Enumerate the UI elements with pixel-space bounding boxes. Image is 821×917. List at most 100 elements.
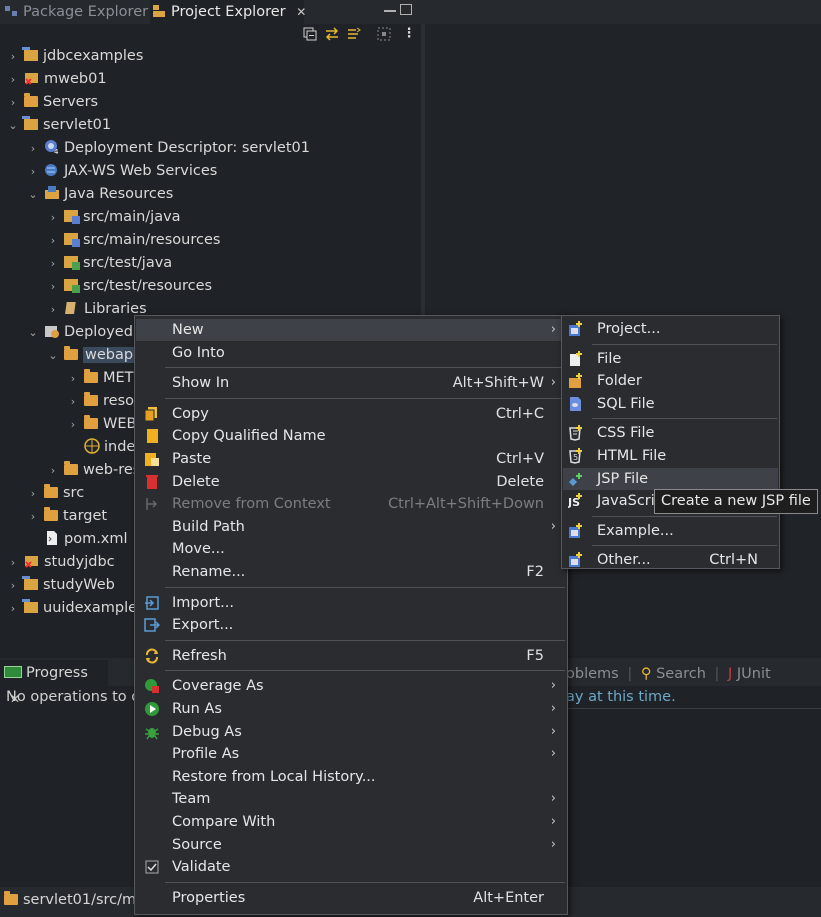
chevron-right-icon[interactable]: › [46, 253, 60, 275]
menu-item-export[interactable]: Export... [136, 614, 566, 636]
menu-item-restore-from-local-history[interactable]: Restore from Local History... [136, 766, 566, 788]
chevron-right-icon[interactable]: › [46, 460, 60, 482]
tree-item[interactable]: ⌄ Java Resources [26, 183, 173, 205]
menu-item-validate[interactable]: Validate [136, 856, 566, 878]
chevron-right-icon[interactable]: › [6, 92, 20, 114]
minimize-icon[interactable] [384, 10, 396, 12]
tree-item[interactable]: › src/test/resources [46, 275, 212, 297]
tree-item[interactable]: › studyjdbc [6, 551, 115, 573]
collapse-all-icon[interactable] [302, 26, 318, 42]
menu-item-new[interactable]: New › [136, 319, 566, 341]
focus-icon[interactable] [376, 26, 392, 42]
tab-progress[interactable]: Progress ✕ [0, 660, 108, 706]
new-submenu-item-html-file[interactable]: 5 HTML File [563, 445, 778, 467]
tab-project-explorer[interactable]: Project Explorer ✕ [150, 0, 306, 24]
menu-item-paste[interactable]: Paste Ctrl+V [136, 448, 566, 470]
tree-item[interactable]: › Libraries [46, 298, 147, 320]
new-submenu-item-example[interactable]: Example... [563, 520, 778, 542]
menu-item-coverage-as[interactable]: Coverage As › [136, 675, 566, 697]
tab-junit[interactable]: JUnit [737, 666, 771, 682]
tree-item[interactable]: › uuidexample [6, 597, 137, 619]
view-menu-icon[interactable]: ⋮ [401, 26, 417, 42]
chevron-right-icon[interactable]: › [46, 207, 60, 229]
chevron-right-icon[interactable]: › [26, 161, 40, 183]
menu-separator [592, 515, 777, 517]
tree-item[interactable]: › Servers [6, 91, 98, 113]
menu-item-properties[interactable]: Properties Alt+Enter [136, 887, 566, 909]
menu-item-label: Go Into [172, 344, 225, 361]
chevron-right-icon[interactable]: › [6, 69, 20, 91]
chevron-right-icon[interactable]: › [66, 368, 80, 390]
menu-item-profile-as[interactable]: Profile As › [136, 743, 566, 765]
chevron-right-icon[interactable]: › [66, 391, 80, 413]
chevron-right-icon[interactable]: › [26, 506, 40, 528]
tree-item[interactable]: › src [26, 482, 84, 504]
new-submenu-item-sql-file[interactable]: SQL File [563, 393, 778, 415]
tab-search[interactable]: Search [656, 666, 706, 682]
tree-item[interactable]: › web-res [46, 459, 140, 481]
tree-item[interactable]: › studyWeb [6, 574, 115, 596]
menu-item-run-as[interactable]: Run As › [136, 698, 566, 720]
close-icon[interactable]: ✕ [296, 5, 306, 19]
chevron-right-icon[interactable]: › [46, 299, 60, 321]
menu-item-team[interactable]: Team › [136, 788, 566, 810]
validate-icon [144, 859, 160, 875]
tree-item-label: src/test/resources [83, 278, 213, 294]
tree-item[interactable]: › mweb01 [6, 68, 107, 90]
tree-item[interactable]: ⌄ Deployed [26, 321, 133, 343]
tree-item[interactable]: › 4 Deployment Descriptor: servlet01 [26, 137, 310, 159]
chevron-right-icon[interactable]: › [6, 598, 20, 620]
tree-item[interactable]: inde [66, 436, 135, 458]
chevron-down-icon[interactable]: ⌄ [26, 322, 40, 344]
chevron-right-icon[interactable]: › [46, 276, 60, 298]
filter-icon[interactable] [346, 26, 362, 42]
chevron-right-icon[interactable]: › [26, 483, 40, 505]
tree-item[interactable]: pom.xml [26, 528, 128, 550]
chevron-right-icon[interactable]: › [6, 575, 20, 597]
tree-item[interactable]: › src/main/java [46, 206, 181, 228]
tree-item[interactable]: › src/main/resources [46, 229, 221, 252]
menu-item-move[interactable]: Move... [136, 538, 566, 560]
chevron-right-icon[interactable]: › [6, 46, 20, 68]
new-submenu-item-other[interactable]: Other... Ctrl+N [563, 549, 778, 571]
menu-item-compare-with[interactable]: Compare With › [136, 811, 566, 833]
new-submenu-item-file[interactable]: File [563, 348, 778, 370]
tree-item[interactable]: › reso [66, 390, 134, 412]
menu-item-rename[interactable]: Rename... F2 [136, 561, 566, 583]
tree-item[interactable]: › JAX-WS Web Services [26, 160, 218, 183]
new-submenu-item-folder[interactable]: Folder [563, 370, 778, 392]
tree-item[interactable]: › target [26, 505, 107, 527]
chevron-down-icon[interactable]: ⌄ [6, 115, 20, 137]
chevron-right-icon[interactable]: › [66, 414, 80, 436]
tree-item[interactable]: › WEB [66, 413, 136, 435]
menu-item-copy-qualified-name[interactable]: Copy Qualified Name [136, 425, 566, 447]
tab-package-explorer[interactable]: Package Explorer [4, 0, 148, 24]
menu-item-source[interactable]: Source › [136, 834, 566, 856]
tree-item[interactable]: › MET [66, 367, 134, 389]
menu-item-debug-as[interactable]: Debug As › [136, 721, 566, 743]
new-submenu-item-project[interactable]: Project... [563, 318, 778, 340]
menu-item-refresh[interactable]: Refresh F5 [136, 645, 566, 667]
chevron-right-icon[interactable]: › [6, 552, 20, 574]
tab-problems[interactable]: oblems [566, 666, 619, 682]
menu-item-label: Debug As [172, 723, 242, 740]
new-submenu-item-css-file[interactable]: CSS File [563, 422, 778, 444]
search-icon: ⚲ [640, 666, 652, 682]
link-with-editor-icon[interactable] [324, 26, 340, 42]
menu-item-build-path[interactable]: Build Path › [136, 516, 566, 538]
menu-item-go-into[interactable]: Go Into [136, 342, 566, 364]
chevron-down-icon[interactable]: ⌄ [46, 345, 60, 367]
maximize-icon[interactable] [400, 4, 412, 15]
chevron-right-icon[interactable]: › [46, 230, 60, 252]
tree-item-label: studyWeb [43, 577, 115, 593]
chevron-right-icon[interactable]: › [26, 138, 40, 160]
tree-item[interactable]: › src/test/java [46, 252, 172, 274]
chevron-down-icon[interactable]: ⌄ [26, 184, 40, 206]
menu-item-show-in[interactable]: Show In Alt+Shift+W › [136, 372, 566, 394]
menu-item-import[interactable]: Import... [136, 592, 566, 614]
menu-item-copy[interactable]: Copy Ctrl+C [136, 403, 566, 425]
new-submenu-item-jsp-file[interactable]: JSP File [563, 467, 778, 490]
menu-item-delete[interactable]: Delete Delete [136, 471, 566, 493]
tree-item[interactable]: ⌄ servlet01 [6, 114, 111, 136]
tree-item[interactable]: › jdbcexamples [6, 45, 143, 67]
